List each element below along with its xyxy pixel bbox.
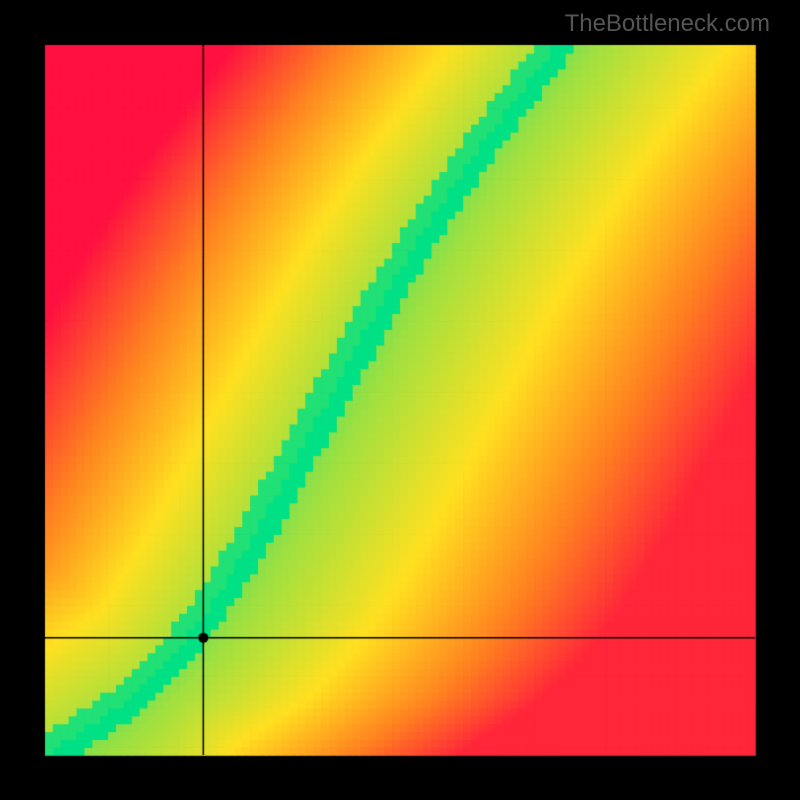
chart-container: TheBottleneck.com bbox=[0, 0, 800, 800]
watermark-text: TheBottleneck.com bbox=[565, 10, 770, 38]
bottleneck-heatmap bbox=[0, 0, 800, 800]
